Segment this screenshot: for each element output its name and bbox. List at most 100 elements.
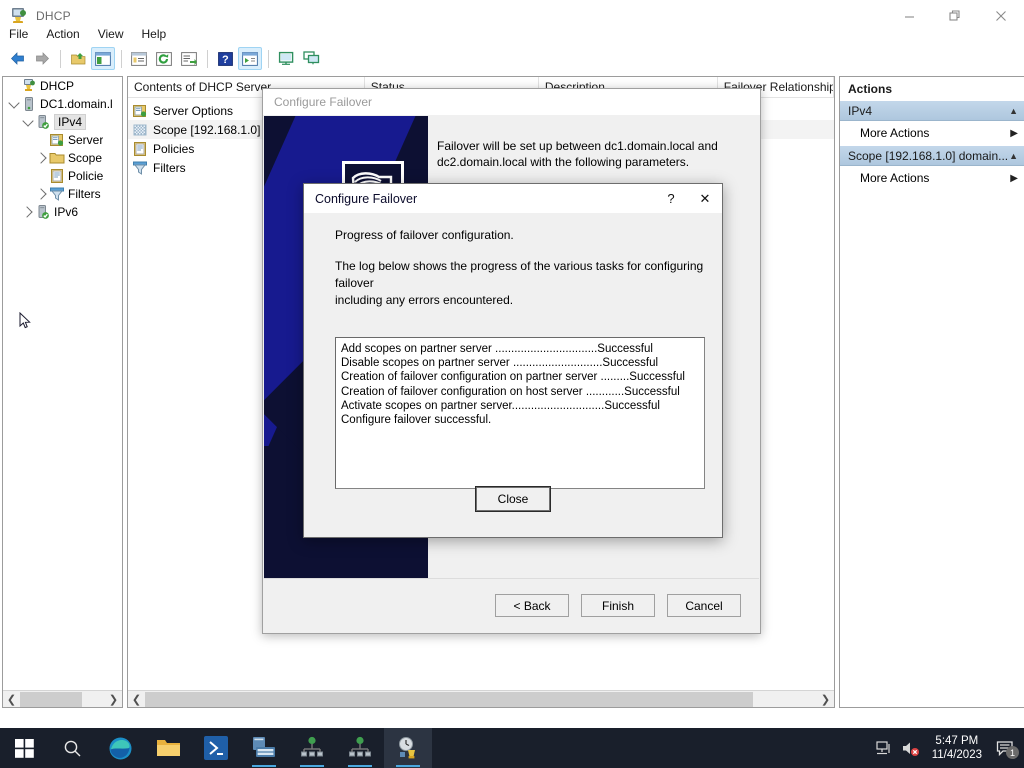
dhcp-console-icon[interactable]	[384, 728, 432, 768]
menu-file[interactable]: File	[0, 25, 37, 43]
cancel-button[interactable]: Cancel	[667, 594, 741, 617]
list-item-label: Server Options	[153, 104, 233, 118]
refresh-icon[interactable]	[152, 47, 176, 70]
scroll-right-icon[interactable]: ❯	[817, 691, 834, 708]
chevron-down-icon[interactable]	[7, 95, 21, 113]
close-button[interactable]: Close	[476, 487, 550, 511]
tree-node-label: Scope	[68, 151, 102, 165]
tree-node-label: DC1.domain.l	[40, 97, 113, 111]
toolbar-separator	[121, 50, 122, 68]
log-line: Add scopes on partner server ...........…	[341, 342, 699, 356]
actions-section-label: Scope [192.168.1.0] domain...	[848, 149, 1008, 163]
scroll-right-icon[interactable]: ❯	[105, 691, 122, 708]
tree-node-server-options[interactable]: Server	[3, 131, 122, 149]
actions-pane: Actions IPv4 ▲ More Actions ▶ Scope [192…	[839, 76, 1024, 708]
action-more-actions-scope[interactable]: More Actions ▶	[840, 166, 1024, 190]
actions-section-header-ipv4[interactable]: IPv4 ▲	[840, 100, 1024, 121]
tree-horizontal-scrollbar[interactable]: ❮ ❯	[3, 690, 122, 707]
twisty-placeholder	[7, 77, 21, 95]
scroll-track[interactable]	[145, 691, 817, 708]
file-explorer-icon[interactable]	[144, 728, 192, 768]
ipv6-icon	[35, 204, 51, 220]
scroll-track[interactable]	[20, 691, 105, 708]
notification-icon[interactable]: 1	[990, 728, 1020, 768]
menu-action[interactable]: Action	[37, 25, 88, 43]
tree-items: DHCP DC1.domain.l IPv4 Ser	[3, 77, 122, 690]
forward-icon[interactable]	[30, 47, 54, 70]
dialog-title: Configure Failover	[315, 192, 417, 206]
navigation-tree-pane: DHCP DC1.domain.l IPv4 Ser	[2, 76, 123, 708]
network-tool-2-icon[interactable]	[336, 728, 384, 768]
tree-node-label: Server	[68, 133, 103, 147]
wizard-footer: < Back Finish Cancel	[264, 578, 759, 632]
dialog-body: Progress of failover configuration. The …	[304, 213, 722, 489]
list-item-label: Scope [192.168.1.0] do	[153, 123, 277, 137]
show-action-pane-icon[interactable]	[238, 47, 262, 70]
toolbar-separator	[268, 50, 269, 68]
action-item-label: More Actions	[860, 171, 929, 185]
close-icon[interactable]: ✕	[688, 184, 722, 213]
log-line: Creation of failover configuration on ho…	[341, 385, 699, 399]
back-icon[interactable]	[5, 47, 29, 70]
help-icon[interactable]: ?	[213, 47, 237, 70]
edge-browser-icon[interactable]	[96, 728, 144, 768]
tree-node-ipv4[interactable]: IPv4	[3, 113, 122, 131]
menu-view[interactable]: View	[89, 25, 133, 43]
action-item-label: More Actions	[860, 126, 929, 140]
export-list-icon[interactable]	[177, 47, 201, 70]
tree-node-policies[interactable]: Policie	[3, 167, 122, 185]
powershell-icon[interactable]	[192, 728, 240, 768]
search-icon[interactable]	[48, 728, 96, 768]
progress-log-box[interactable]: Add scopes on partner server ...........…	[335, 337, 705, 489]
submenu-arrow-icon: ▶	[1010, 128, 1018, 139]
actions-pane-title: Actions	[840, 77, 1024, 100]
server-options-icon	[49, 132, 65, 148]
chevron-right-icon[interactable]	[35, 149, 49, 167]
menu-bar: File Action View Help	[0, 23, 1024, 45]
content-horizontal-scrollbar[interactable]: ❮ ❯	[128, 690, 834, 707]
server-options-icon	[132, 103, 148, 119]
clock[interactable]: 5:47 PM 11/4/2023	[924, 734, 990, 762]
toolbar-separator	[60, 50, 61, 68]
dialog-footer: Close	[305, 487, 721, 511]
menu-help[interactable]: Help	[133, 25, 176, 43]
chevron-right-icon[interactable]	[35, 185, 49, 203]
tree-node-label: IPv6	[54, 205, 78, 219]
volume-muted-icon[interactable]	[898, 728, 924, 768]
start-button[interactable]	[0, 728, 48, 768]
clock-time: 5:47 PM	[932, 734, 982, 748]
tree-node-filters[interactable]: Filters	[3, 185, 122, 203]
back-button[interactable]: < Back	[495, 594, 569, 617]
finish-button[interactable]: Finish	[581, 594, 655, 617]
log-line: Disable scopes on partner server .......…	[341, 356, 699, 370]
new-window-icon[interactable]	[299, 47, 323, 70]
tree-node-label: IPv4	[54, 114, 86, 130]
chevron-right-icon[interactable]	[21, 203, 35, 221]
collapse-caret-icon[interactable]: ▲	[1009, 151, 1018, 161]
collapse-caret-icon[interactable]: ▲	[1009, 106, 1018, 116]
chevron-down-icon[interactable]	[21, 113, 35, 131]
actions-section-label: IPv4	[848, 104, 872, 118]
tree-node-label: Policie	[68, 169, 103, 183]
system-tray: 5:47 PM 11/4/2023 1	[872, 728, 1024, 768]
properties-icon[interactable]	[127, 47, 151, 70]
scroll-left-icon[interactable]: ❮	[3, 691, 20, 708]
scroll-thumb[interactable]	[20, 692, 82, 707]
filters-icon	[49, 186, 65, 202]
tree-node-scope[interactable]: Scope	[3, 149, 122, 167]
console-window-icon[interactable]	[274, 47, 298, 70]
tree-node-ipv6[interactable]: IPv6	[3, 203, 122, 221]
tree-node-dhcp[interactable]: DHCP	[3, 77, 122, 95]
show-tree-icon[interactable]	[91, 47, 115, 70]
network-tool-icon[interactable]	[288, 728, 336, 768]
help-icon[interactable]: ?	[654, 184, 688, 213]
taskbar: 5:47 PM 11/4/2023 1	[0, 728, 1024, 768]
tree-node-dc1[interactable]: DC1.domain.l	[3, 95, 122, 113]
scroll-thumb[interactable]	[145, 692, 753, 707]
scroll-left-icon[interactable]: ❮	[128, 691, 145, 708]
server-manager-icon[interactable]	[240, 728, 288, 768]
network-icon[interactable]	[872, 728, 898, 768]
actions-section-header-scope[interactable]: Scope [192.168.1.0] domain... ▲	[840, 145, 1024, 166]
action-more-actions-ipv4[interactable]: More Actions ▶	[840, 121, 1024, 145]
up-folder-icon[interactable]	[66, 47, 90, 70]
